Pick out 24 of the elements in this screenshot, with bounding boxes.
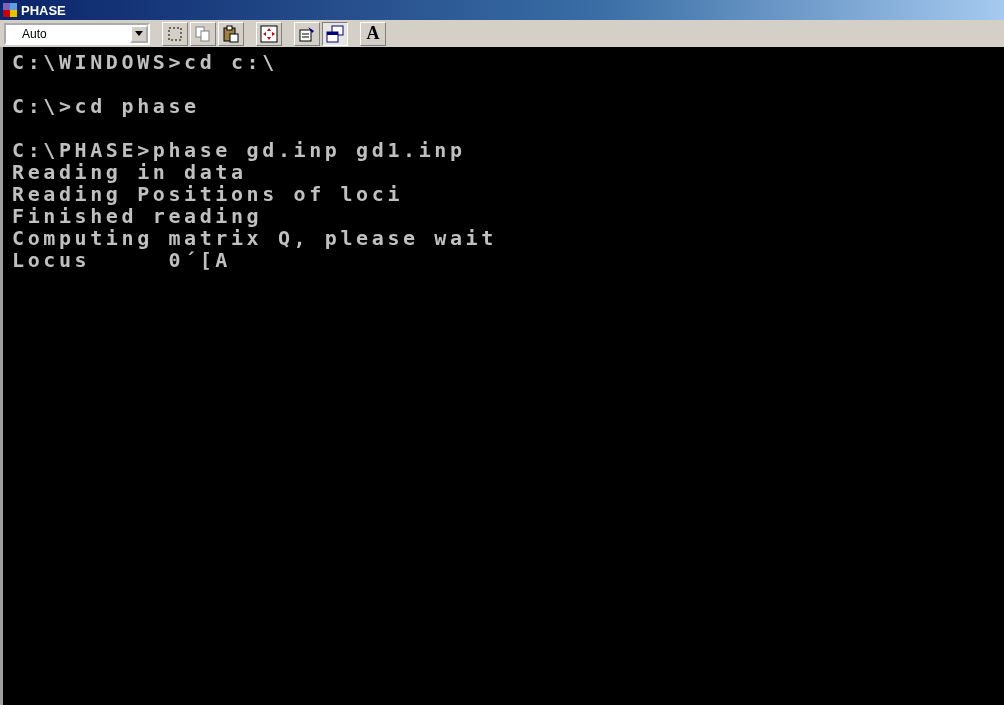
clipboard-icon	[222, 24, 240, 43]
console-line: Locus 0´[A	[12, 249, 231, 271]
windows-icon	[326, 24, 344, 43]
console-line: Finished reading	[12, 205, 263, 227]
properties-button[interactable]	[294, 21, 320, 46]
font-size-dropdown[interactable]: Auto	[4, 22, 150, 45]
caret-icon	[135, 31, 143, 36]
copy-button[interactable]	[190, 21, 216, 46]
paste-button[interactable]	[218, 21, 244, 46]
app-icon	[2, 2, 18, 18]
four-arrows-icon	[260, 24, 278, 43]
copy-icon	[194, 24, 212, 43]
console-line: C:\PHASE>phase gd.inp gd1.inp	[12, 139, 466, 161]
mark-button[interactable]	[162, 21, 188, 46]
fullscreen-button[interactable]	[256, 21, 282, 46]
properties-icon	[298, 24, 316, 43]
console-line: C:\WINDOWS>cd c:\	[12, 51, 278, 73]
console-line: Reading Positions of loci	[12, 183, 404, 205]
window-title: PHASE	[21, 2, 66, 18]
console-line: Computing matrix Q, please wait	[12, 227, 497, 249]
console-line: C:\>cd phase	[12, 95, 200, 117]
console-line: Reading in data	[12, 161, 247, 183]
dashed-rectangle-icon	[166, 24, 184, 43]
font-button[interactable]: A	[360, 21, 386, 46]
